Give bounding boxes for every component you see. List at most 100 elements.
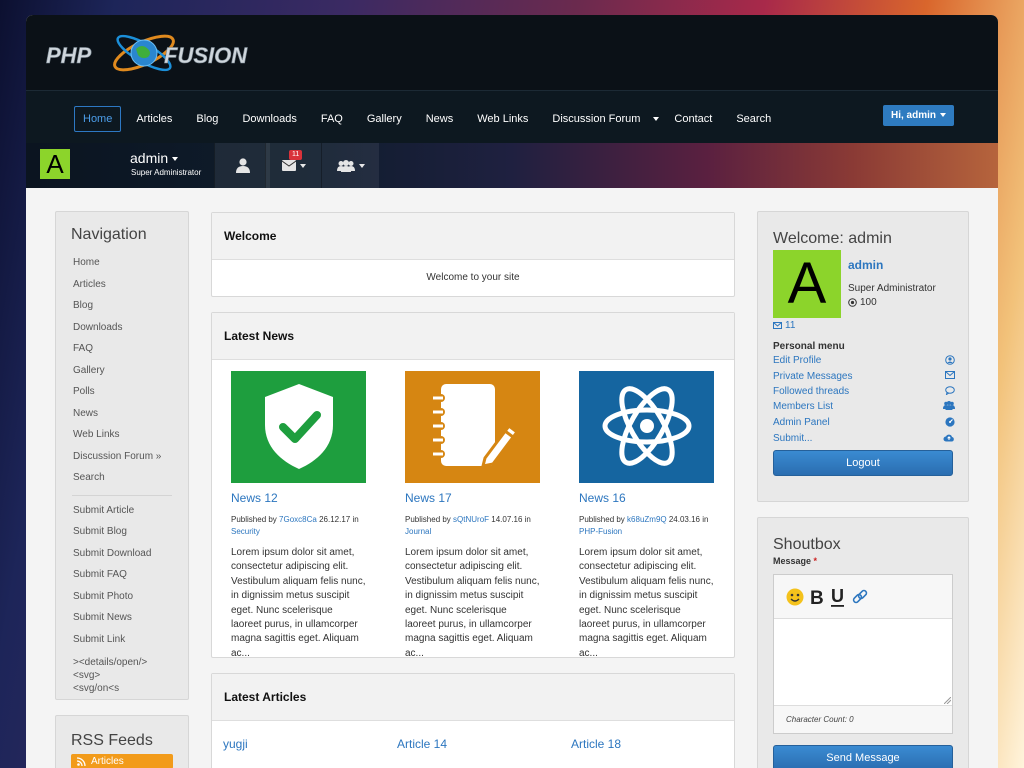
news-meta: Published by k68uZm9Q 24.03.16 in PHP-Fus… — [579, 514, 714, 538]
news-thumbnail[interactable] — [405, 371, 540, 483]
nav-link-downloads[interactable]: Downloads — [233, 106, 305, 132]
underline-icon[interactable]: U — [830, 587, 846, 607]
personal-menu-admin-panel[interactable]: Admin Panel — [773, 416, 955, 432]
nav-link-blog[interactable]: Blog — [187, 106, 227, 132]
welcome-panel-title: Welcome: admin — [773, 230, 892, 247]
userbar-username[interactable]: admin — [130, 150, 179, 166]
news-category-link[interactable]: PHP-Fusion — [579, 527, 622, 536]
bold-icon[interactable]: B — [809, 588, 825, 606]
article-title-link[interactable]: Article 18 — [571, 737, 621, 751]
nav-link-contact[interactable]: Contact — [665, 106, 721, 132]
personal-menu-edit-profile[interactable]: Edit Profile — [773, 354, 955, 370]
news-author-link[interactable]: k68uZm9Q — [627, 515, 667, 524]
nav-raw-text: ><details/open/> <svg> <svg/on<s — [56, 650, 188, 695]
nav-link-gallery[interactable]: Gallery — [358, 106, 411, 132]
resize-handle-icon[interactable] — [944, 697, 951, 704]
news-item: News 16 Published by k68uZm9Q 24.03.16 in… — [579, 371, 714, 661]
messages-button[interactable]: 11 — [265, 143, 321, 188]
send-message-button[interactable]: Send Message — [773, 745, 953, 768]
sidebar-item-submit-blog[interactable]: Submit Blog — [56, 521, 188, 543]
shoutbox-message-label: Message * — [773, 556, 817, 566]
rss-articles-link[interactable]: Articles — [71, 754, 173, 768]
profile-avatar[interactable]: A — [773, 250, 841, 318]
php-fusion-logo[interactable]: PHP FUSION — [46, 21, 276, 85]
top-navbar: Home Articles Blog Downloads FAQ Gallery News W… — [26, 90, 998, 143]
navigation-panel: Navigation Home Articles Blog Downloads FAQ G… — [55, 211, 189, 700]
news-meta: Published by 7Goxc8Ca 26.12.17 in Securit… — [231, 514, 366, 538]
sidebar-item-submit-article[interactable]: Submit Article — [56, 500, 188, 522]
nav-link-news[interactable]: News — [417, 106, 463, 132]
nav-link-web-links[interactable]: Web Links — [468, 106, 537, 132]
published-by-label: Published by — [405, 515, 451, 524]
profile-points: 100 — [848, 297, 877, 308]
svg-text:U: U — [831, 587, 844, 606]
nav-link-discussion-forum[interactable]: Discussion Forum — [543, 106, 649, 132]
news-date: 14.07.16 — [491, 515, 523, 524]
news-title-link[interactable]: News 16 — [579, 491, 714, 505]
sidebar-item-gallery[interactable]: Gallery — [56, 360, 188, 382]
profile-button[interactable] — [214, 143, 270, 188]
cloud-upload-icon — [943, 433, 955, 446]
logout-button[interactable]: Logout — [773, 450, 953, 476]
sidebar-item-discussion-forum[interactable]: Discussion Forum » — [56, 446, 188, 468]
news-author-link[interactable]: 7Goxc8Ca — [279, 515, 317, 524]
article-title-link[interactable]: yugji — [223, 737, 248, 751]
nav-link-articles[interactable]: Articles — [127, 106, 181, 132]
sidebar-item-blog[interactable]: Blog — [56, 295, 188, 317]
latest-articles-box: Latest Articles yugji Article 14 Article 1… — [211, 673, 735, 768]
published-by-label: Published by — [231, 515, 277, 524]
shoutbox-panel: Shoutbox Message * B U Character Count: … — [757, 517, 969, 768]
nav-link-home[interactable]: Home — [74, 106, 122, 132]
sidebar-item-submit-download[interactable]: Submit Download — [56, 543, 188, 565]
news-date: 26.12.17 — [319, 515, 351, 524]
shoutbox-textarea[interactable] — [774, 619, 952, 705]
sidebar-item-web-links[interactable]: Web Links — [56, 424, 188, 446]
news-thumbnail[interactable] — [579, 371, 714, 483]
news-thumbnail[interactable] — [231, 371, 366, 483]
chevron-down-icon — [653, 117, 660, 121]
user-menu-button[interactable]: Hi, admin — [882, 105, 954, 126]
personal-menu-label: Edit Profile — [773, 355, 822, 366]
in-label: in — [352, 515, 359, 524]
news-category-link[interactable]: Journal — [405, 527, 431, 536]
required-mark: * — [813, 556, 818, 566]
news-title-link[interactable]: News 12 — [231, 491, 366, 505]
sidebar-item-search[interactable]: Search — [56, 467, 188, 489]
rss-icon — [77, 757, 86, 766]
personal-menu-private-messages[interactable]: Private Messages — [773, 370, 955, 384]
sidebar-item-articles[interactable]: Articles — [56, 274, 188, 296]
smiley-icon[interactable] — [786, 588, 804, 606]
personal-menu-label: Private Messages — [773, 371, 853, 383]
personal-menu-followed-threads[interactable]: Followed threads — [773, 385, 955, 400]
members-button[interactable] — [321, 143, 379, 188]
news-category-link[interactable]: Security — [231, 527, 260, 536]
news-author-link[interactable]: sQtNUroF — [453, 515, 489, 524]
personal-menu-submit[interactable]: Submit... — [773, 432, 955, 447]
avatar[interactable]: A — [40, 149, 70, 179]
sidebar-item-home[interactable]: Home — [56, 252, 188, 274]
sidebar-item-submit-photo[interactable]: Submit Photo — [56, 586, 188, 608]
profile-messages-count: 11 — [785, 320, 796, 331]
news-title-link[interactable]: News 17 — [405, 491, 540, 505]
welcome-box-title: Welcome — [212, 213, 734, 260]
nav-link-faq[interactable]: FAQ — [312, 106, 352, 132]
sidebar-item-downloads[interactable]: Downloads — [56, 317, 188, 339]
sidebar-item-news[interactable]: News — [56, 403, 188, 425]
sidebar-item-polls[interactable]: Polls — [56, 381, 188, 403]
logo-text-fusion: FUSION — [164, 43, 248, 68]
sidebar-item-submit-faq[interactable]: Submit FAQ — [56, 564, 188, 586]
profile-points-value: 100 — [860, 297, 877, 308]
latest-articles-title: Latest Articles — [212, 674, 734, 721]
profile-role: Super Administrator — [848, 283, 936, 294]
news-date: 24.03.16 — [668, 515, 700, 524]
profile-username-link[interactable]: admin — [848, 258, 883, 272]
profile-messages-link[interactable]: 11 — [773, 320, 795, 331]
chevron-down-icon — [172, 157, 179, 162]
personal-menu-members-list[interactable]: Members List — [773, 400, 955, 415]
sidebar-item-faq[interactable]: FAQ — [56, 338, 188, 360]
article-title-link[interactable]: Article 14 — [397, 737, 447, 751]
sidebar-item-submit-news[interactable]: Submit News — [56, 607, 188, 629]
sidebar-item-submit-link[interactable]: Submit Link — [56, 629, 188, 651]
link-icon[interactable] — [851, 588, 869, 606]
nav-link-search[interactable]: Search — [727, 106, 780, 132]
